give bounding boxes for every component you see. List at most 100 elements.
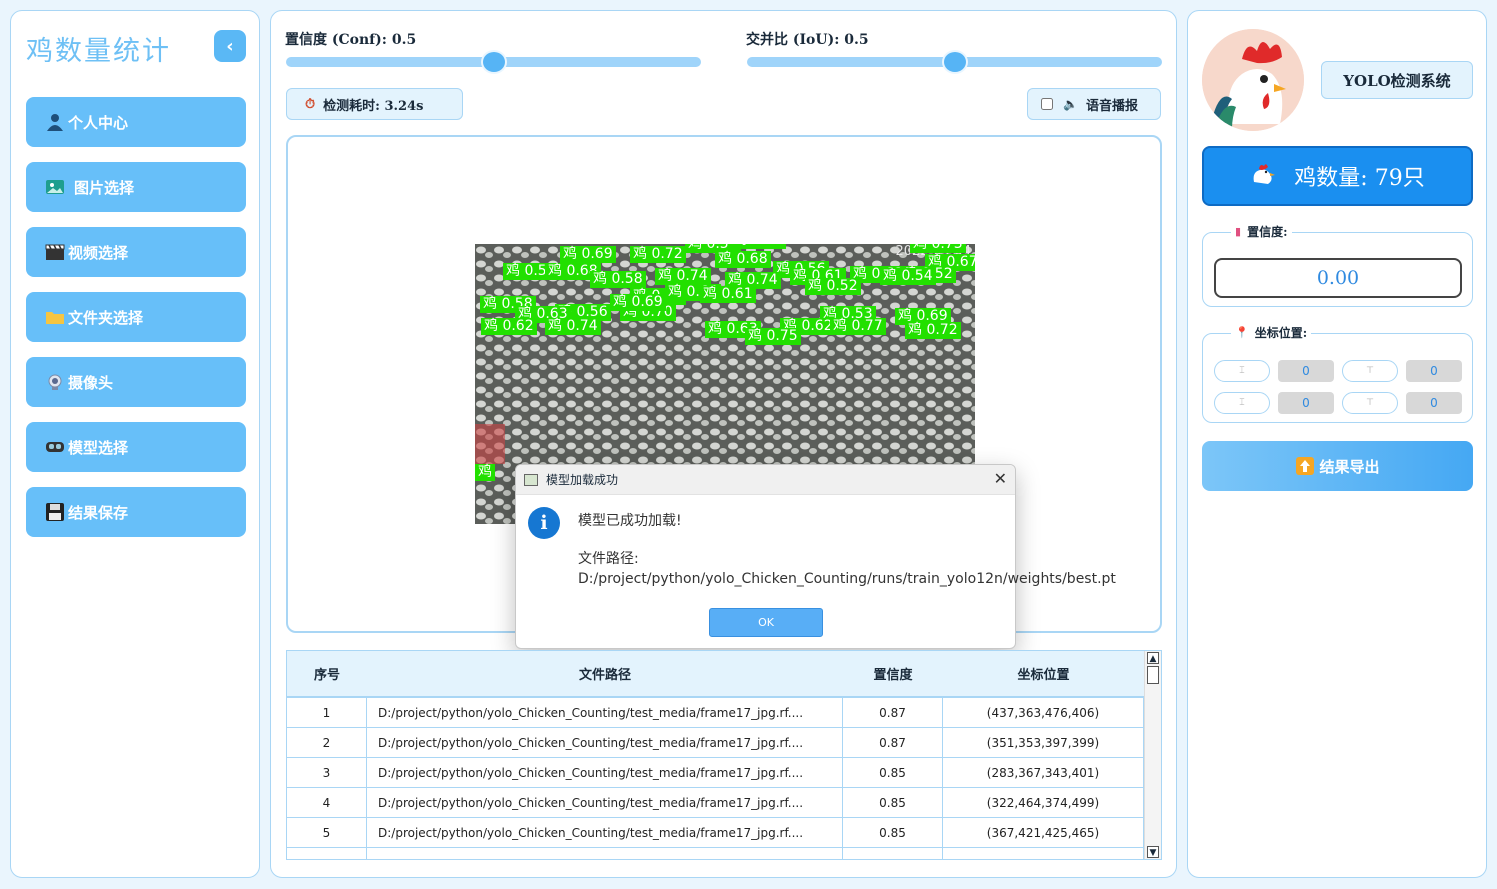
dialog-path-text: 文件路径: D:/project/python/yolo_Chicken_Cou… bbox=[578, 551, 1116, 587]
chicken-count-text: 鸡数量: 79只 bbox=[1294, 166, 1425, 191]
pushpin-icon: 📍 bbox=[1235, 326, 1249, 339]
conf-slider[interactable] bbox=[286, 50, 701, 74]
app-title: 鸡数量统计 bbox=[26, 36, 171, 67]
header-file-path[interactable]: 文件路径 bbox=[367, 651, 843, 696]
nav-folder-select-button[interactable]: 文件夹选择 bbox=[26, 292, 246, 342]
iou-slider-handle[interactable] bbox=[942, 50, 968, 74]
coordinates-group: 📍 坐标位置: ⌶ 0 ⊤ 0 ⌶ 0 ⊤ 0 bbox=[1202, 324, 1473, 423]
cell-path: D:/project/python/yolo_Chicken_Counting/… bbox=[367, 788, 843, 817]
detection-label: 鸡 0.62 bbox=[481, 318, 537, 335]
cell-path: D:/project/python/yolo_Chicken_Counting/… bbox=[367, 758, 843, 787]
voice-checkbox[interactable] bbox=[1041, 98, 1053, 110]
nav-model-select-button[interactable]: 模型选择 bbox=[26, 422, 246, 472]
export-results-button[interactable]: 结果导出 bbox=[1202, 441, 1473, 491]
upload-icon bbox=[1295, 456, 1315, 476]
cell-empty bbox=[943, 848, 1144, 859]
chicken-count-display: 鸡数量: 79只 bbox=[1202, 146, 1473, 206]
confidence-group: ▮ 置信度: 0.00 bbox=[1202, 223, 1473, 307]
user-icon bbox=[44, 112, 66, 132]
folder-icon bbox=[44, 307, 66, 327]
cell-index: 4 bbox=[287, 788, 367, 817]
cell-confidence: 0.85 bbox=[843, 758, 943, 787]
cell-confidence: 0.85 bbox=[843, 818, 943, 847]
ymin-label-icon: ⊤ bbox=[1342, 360, 1398, 382]
nav-camera-button[interactable]: 摄像头 bbox=[26, 357, 246, 407]
voice-broadcast-toggle[interactable]: 🔈 语音播报 bbox=[1027, 88, 1161, 120]
nav-label: 模型选择 bbox=[68, 438, 129, 457]
coordinates-group-title: 📍 坐标位置: bbox=[1231, 324, 1312, 341]
chicken-icon bbox=[1250, 160, 1276, 192]
clapperboard-icon bbox=[44, 242, 66, 262]
export-label: 结果导出 bbox=[1319, 457, 1380, 476]
cell-path: D:/project/python/yolo_Chicken_Counting/… bbox=[367, 818, 843, 847]
image-icon bbox=[44, 177, 66, 197]
detection-label: 鸡 bbox=[475, 464, 495, 481]
scroll-down-icon[interactable]: ▼ bbox=[1147, 846, 1159, 858]
cell-coordinates: (322,464,374,499) bbox=[943, 788, 1144, 817]
coord-xmax-value: 0 bbox=[1278, 392, 1334, 414]
cell-coordinates: (283,367,343,401) bbox=[943, 758, 1144, 787]
table-row[interactable]: 3 D:/project/python/yolo_Chicken_Countin… bbox=[287, 758, 1144, 788]
detection-label: 鸡 0.75 bbox=[745, 328, 801, 345]
confidence-group-title: ▮ 置信度: bbox=[1231, 223, 1292, 240]
detection-label: 鸡 0.69 bbox=[610, 294, 666, 311]
system-title: YOLO检测系统 bbox=[1321, 61, 1473, 99]
model-loaded-dialog: 模型加载成功 ✕ i 模型已成功加载! 文件路径: D:/project/pyt… bbox=[515, 464, 1116, 649]
cell-empty bbox=[843, 848, 943, 859]
table-row[interactable]: 1 D:/project/python/yolo_Chicken_Countin… bbox=[287, 698, 1144, 728]
cell-confidence: 0.87 bbox=[843, 698, 943, 727]
collapse-sidebar-button[interactable]: ‹ bbox=[214, 30, 246, 62]
speaker-icon: 🔈 bbox=[1063, 97, 1078, 111]
nav-label: 摄像头 bbox=[68, 373, 114, 392]
bar-chart-icon: ▮ bbox=[1235, 225, 1242, 238]
table-row-partial[interactable] bbox=[287, 848, 1144, 859]
conf-slider-handle[interactable] bbox=[481, 50, 507, 74]
vr-headset-icon bbox=[44, 437, 66, 457]
cell-empty bbox=[367, 848, 843, 859]
detection-label: 鸡 0.63 bbox=[730, 244, 786, 249]
header-confidence[interactable]: 置信度 bbox=[843, 651, 943, 696]
detection-label: 鸡 0.72 bbox=[905, 322, 961, 339]
table-row[interactable]: 4 D:/project/python/yolo_Chicken_Countin… bbox=[287, 788, 1144, 818]
detection-label: 鸡 0.52 bbox=[805, 278, 861, 295]
nav-save-results-button[interactable]: 结果保存 bbox=[26, 487, 246, 537]
ok-button[interactable]: OK bbox=[709, 608, 823, 637]
cell-empty bbox=[287, 848, 367, 859]
header-coordinates[interactable]: 坐标位置 bbox=[943, 651, 1144, 696]
cell-path: D:/project/python/yolo_Chicken_Counting/… bbox=[367, 728, 843, 757]
cell-coordinates: (437,363,476,406) bbox=[943, 698, 1144, 727]
detection-time-text: 检测耗时: 3.24s bbox=[323, 98, 424, 114]
nav-label: 图片选择 bbox=[74, 178, 135, 197]
chevron-left-icon: ‹ bbox=[226, 35, 234, 57]
coord-title-text: 坐标位置: bbox=[1254, 326, 1308, 340]
nav-personal-center-button[interactable]: 个人中心 bbox=[26, 97, 246, 147]
dialog-title: 模型加载成功 bbox=[546, 473, 619, 487]
xmax-label-icon: ⌶ bbox=[1214, 392, 1270, 414]
nav-label: 个人中心 bbox=[68, 113, 129, 132]
cell-index: 2 bbox=[287, 728, 367, 757]
dialog-message: 模型已成功加载! bbox=[578, 513, 682, 529]
scroll-up-icon[interactable]: ▲ bbox=[1147, 652, 1159, 664]
rooster-logo bbox=[1202, 29, 1304, 131]
iou-label: 交并比 (IoU): 0.5 bbox=[746, 32, 869, 48]
detection-label: 鸡 0.77 bbox=[830, 318, 886, 335]
detection-label: 鸡 0.69 bbox=[560, 246, 616, 263]
nav-video-select-button[interactable]: 视频选择 bbox=[26, 227, 246, 277]
table-row[interactable]: 2 D:/project/python/yolo_Chicken_Countin… bbox=[287, 728, 1144, 758]
cell-index: 1 bbox=[287, 698, 367, 727]
cell-coordinates: (351,353,397,399) bbox=[943, 728, 1144, 757]
voice-label: 语音播报 bbox=[1085, 98, 1138, 114]
floppy-disk-icon bbox=[44, 502, 66, 522]
xmin-label-icon: ⌶ bbox=[1214, 360, 1270, 382]
nav-image-select-button[interactable]: 图片选择 bbox=[26, 162, 246, 212]
table-scrollbar[interactable]: ▲ ▼ bbox=[1144, 651, 1161, 859]
conf-label: 置信度 (Conf): 0.5 bbox=[285, 32, 417, 48]
header-index[interactable]: 序号 bbox=[287, 651, 367, 696]
info-icon: i bbox=[528, 507, 560, 539]
scroll-thumb[interactable] bbox=[1147, 666, 1159, 684]
table-row[interactable]: 5 D:/project/python/yolo_Chicken_Countin… bbox=[287, 818, 1144, 848]
iou-slider[interactable] bbox=[747, 50, 1162, 74]
cell-coordinates: (367,421,425,465) bbox=[943, 818, 1144, 847]
stopwatch-icon: ⏱ bbox=[305, 96, 316, 112]
close-icon[interactable]: ✕ bbox=[994, 469, 1007, 488]
